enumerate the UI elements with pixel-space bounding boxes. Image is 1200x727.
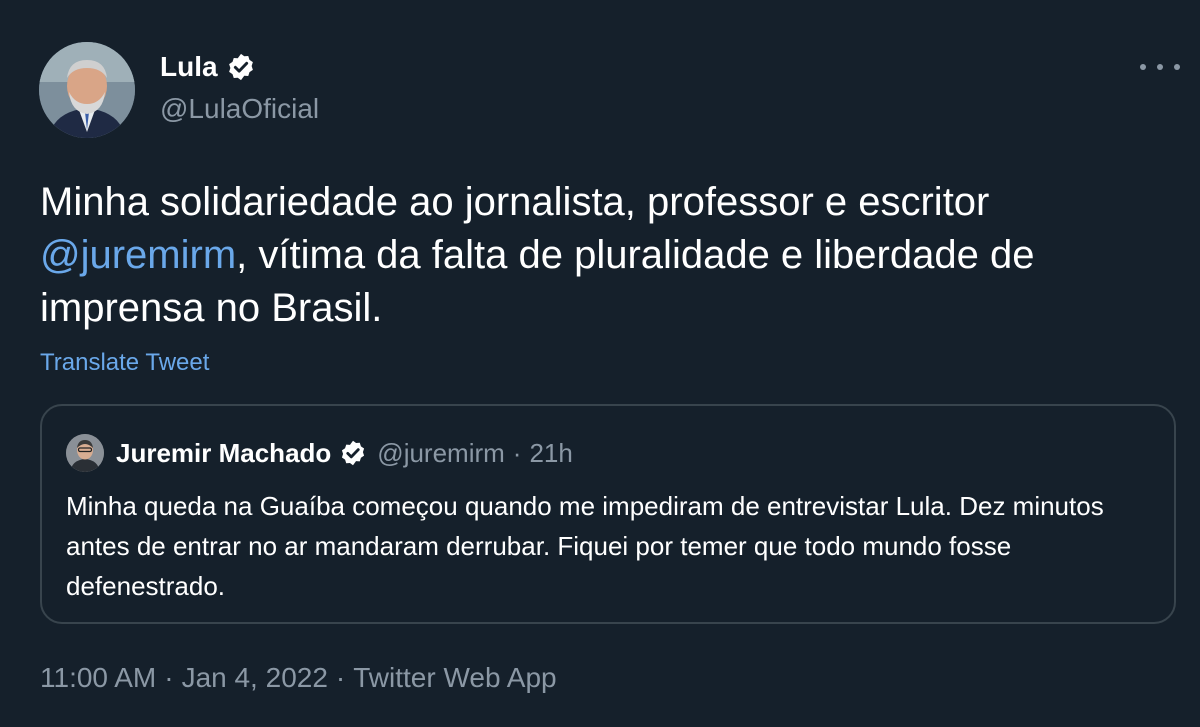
author-name[interactable]: Lula bbox=[160, 50, 218, 84]
quoted-tweet-text: Minha queda na Guaíba começou quando me … bbox=[66, 491, 1104, 601]
more-options-icon[interactable] bbox=[1140, 52, 1180, 82]
quoted-header: Juremir Machado @juremirm · 21h bbox=[116, 436, 573, 470]
author-photo-icon bbox=[39, 42, 135, 138]
tweet-date[interactable]: Jan 4, 2022 bbox=[182, 662, 328, 693]
quoted-tweet-card[interactable]: Juremir Machado @juremirm · 21h Minha qu… bbox=[40, 404, 1176, 624]
separator-dot: · bbox=[335, 662, 346, 693]
more-dot bbox=[1140, 64, 1146, 70]
tweet-meta: 11:00 AM · Jan 4, 2022 · Twitter Web App bbox=[40, 660, 557, 696]
author-handle[interactable]: @LulaOficial bbox=[160, 92, 319, 126]
more-dot bbox=[1174, 64, 1180, 70]
more-dot bbox=[1157, 64, 1163, 70]
quoted-timestamp: 21h bbox=[529, 438, 573, 468]
tweet-client: Twitter Web App bbox=[353, 662, 557, 693]
author-avatar[interactable] bbox=[39, 42, 135, 138]
mention-link[interactable]: @juremirm bbox=[40, 233, 236, 277]
tweet-text: Minha solidariedade ao jornalista, profe… bbox=[40, 176, 1170, 335]
separator-dot: · bbox=[512, 438, 522, 468]
quoted-author-handle: @juremirm bbox=[377, 438, 505, 468]
author-name-row: Lula bbox=[160, 50, 256, 84]
tweet-time[interactable]: 11:00 AM bbox=[40, 662, 156, 693]
quoted-author-name: Juremir Machado bbox=[116, 438, 332, 468]
quoted-author-photo-icon bbox=[66, 434, 104, 472]
verified-badge-icon bbox=[339, 439, 367, 467]
separator-dot: · bbox=[164, 662, 174, 693]
verified-badge-icon bbox=[226, 52, 256, 82]
quoted-author-avatar bbox=[66, 434, 104, 472]
tweet-text-start: Minha solidariedade ao jornalista, profe… bbox=[40, 180, 990, 224]
translate-tweet-link[interactable]: Translate Tweet bbox=[40, 348, 209, 378]
